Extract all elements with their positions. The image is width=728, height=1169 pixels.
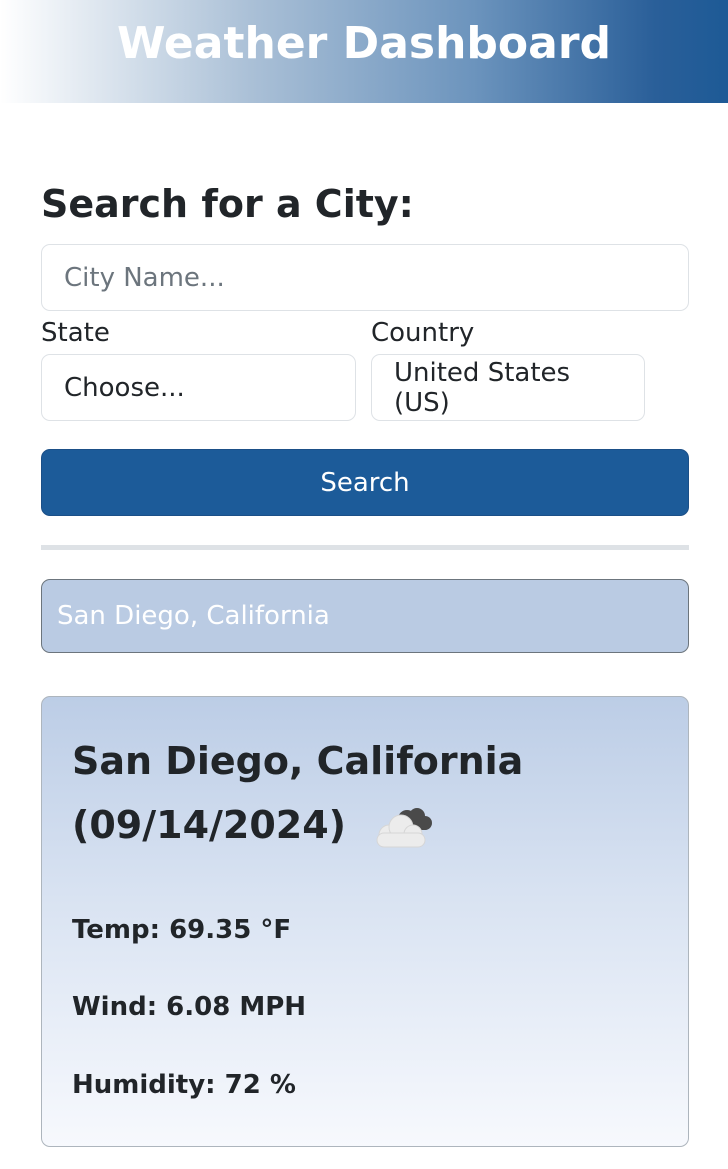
humidity-value: 72 — [224, 1070, 261, 1100]
state-select-value: Choose... — [64, 372, 185, 403]
wind-value: 6.08 — [166, 992, 231, 1022]
city-name-input[interactable] — [41, 244, 689, 311]
current-weather-title: San Diego, California (09/14/2024) — [72, 729, 662, 857]
wind-label: Wind: — [72, 992, 167, 1022]
state-select[interactable]: Choose... — [41, 354, 356, 421]
country-select[interactable]: United States (US) — [371, 354, 645, 421]
current-date: (09/14/2024) — [72, 803, 347, 847]
humidity-label: Humidity: — [72, 1070, 225, 1100]
humidity-unit: % — [260, 1070, 296, 1100]
wind-stat: Wind: 6.08 MPH — [72, 992, 306, 1022]
current-weather-card: San Diego, California (09/14/2024) Temp:… — [41, 696, 689, 1147]
temperature-value: 69.35 — [169, 915, 252, 945]
temperature-label: Temp: — [72, 915, 170, 945]
app-header: Weather Dashboard — [0, 0, 728, 103]
humidity-stat: Humidity: 72 % — [72, 1070, 296, 1100]
cloud-icon — [376, 807, 433, 847]
search-button[interactable]: Search — [41, 449, 689, 516]
section-divider — [41, 545, 689, 550]
search-history-item[interactable]: San Diego, California — [41, 579, 689, 653]
current-city: San Diego, California — [72, 739, 524, 783]
country-label: Country — [371, 318, 475, 348]
history-item-label: San Diego, California — [57, 601, 330, 631]
state-label: State — [41, 318, 110, 348]
app-title: Weather Dashboard — [116, 18, 612, 69]
search-heading: Search for a City: — [41, 182, 414, 226]
wind-unit: MPH — [230, 992, 307, 1022]
temperature-unit: °F — [251, 915, 292, 945]
temperature-stat: Temp: 69.35 °F — [72, 915, 291, 945]
country-select-value: United States (US) — [394, 357, 571, 418]
